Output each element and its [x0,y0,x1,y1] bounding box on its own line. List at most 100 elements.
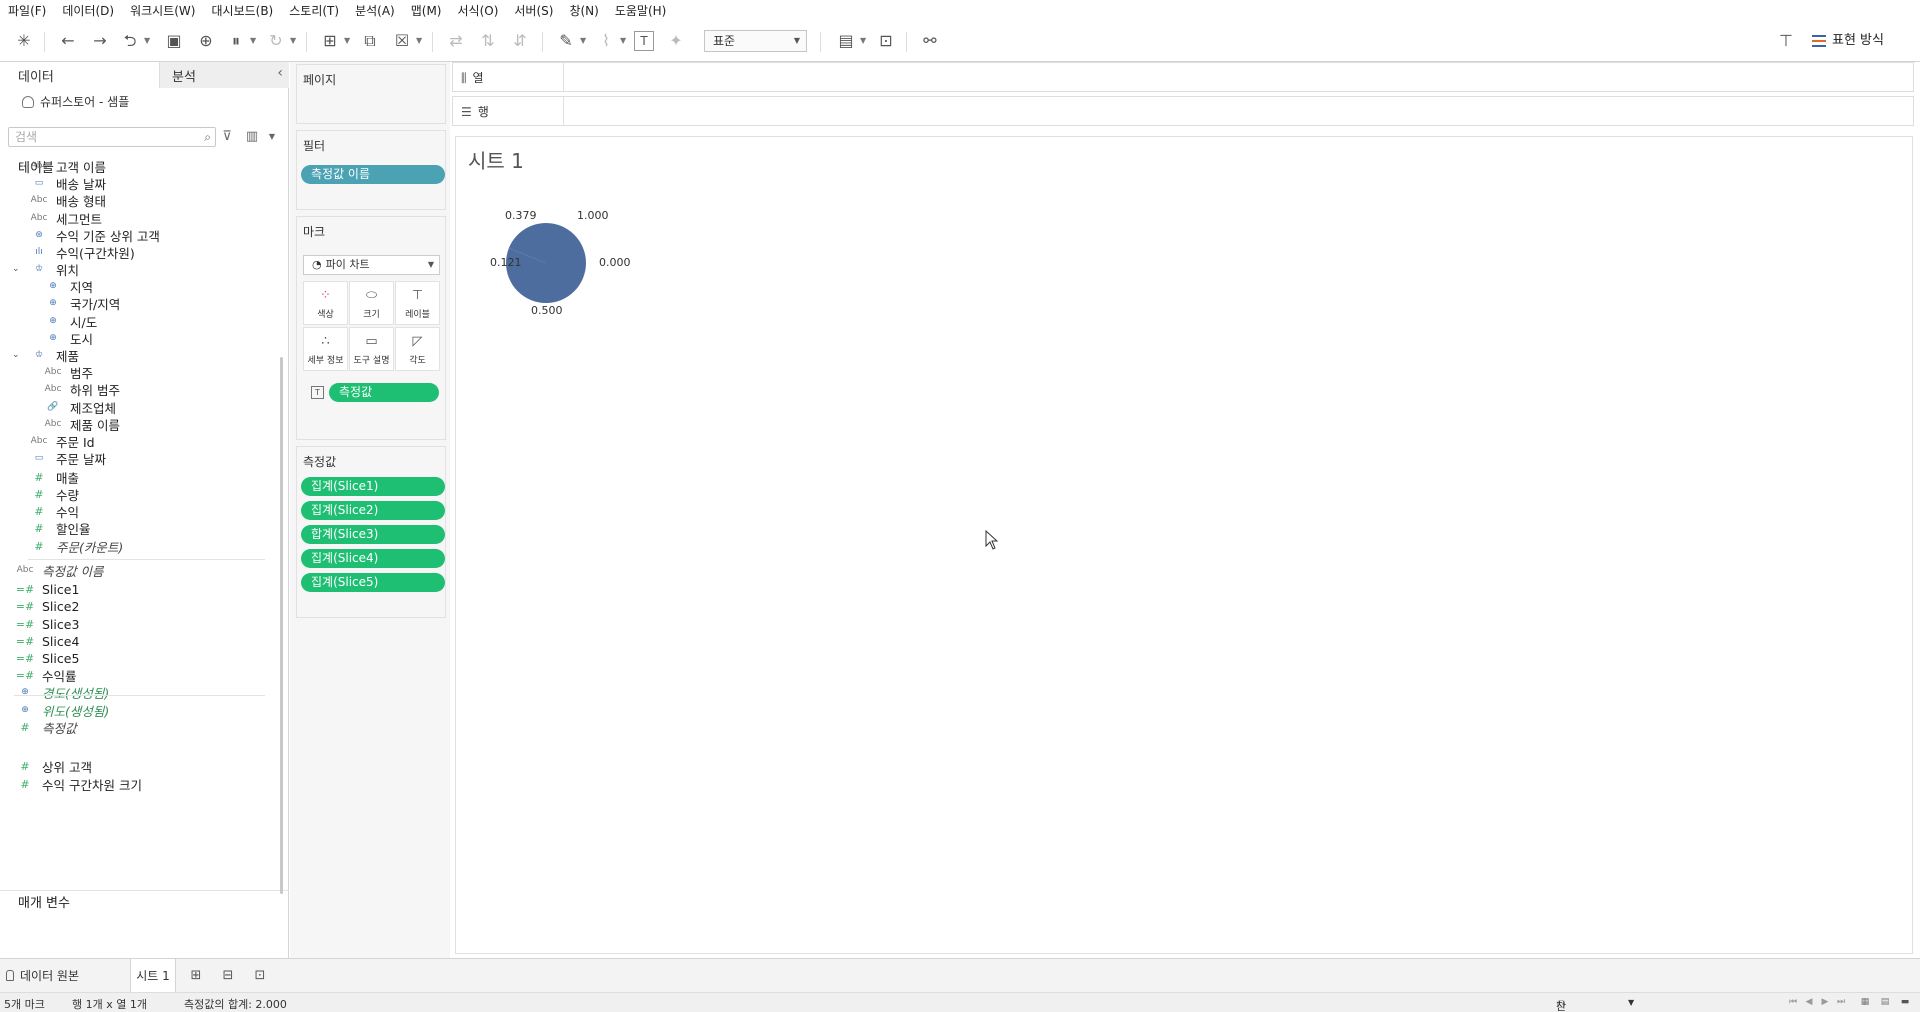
measure-pill-slice5[interactable]: 집계(Slice5) [301,573,445,592]
pane-scrollbar[interactable] [280,357,283,894]
filters-card[interactable]: 필터 측정값 이름 [296,130,446,210]
menu-item[interactable]: 대시보드(B) [209,2,281,19]
tooltip-icon[interactable]: ⊤ [1774,29,1798,53]
duplicate-sheet-icon[interactable]: ⧉ [358,29,382,53]
pin-axes-icon[interactable]: ✦ [664,29,688,53]
tab-analysis[interactable]: 분석 ‹ [160,62,289,88]
field-item[interactable]: =# Slice2 [14,596,80,616]
field-item[interactable]: ⊕ 경도(생성됨) [14,682,109,702]
view-options-dropdown-icon[interactable]: ▼ [264,127,280,147]
tableau-logo-icon[interactable]: ✳ [12,29,36,53]
measure-pill-slice2[interactable]: 집계(Slice2) [301,501,445,520]
field-item[interactable]: ▭ 주문 날짜 [28,448,106,468]
measure-pill-slice3[interactable]: 합계(Slice3) [301,525,445,544]
new-worksheet-icon[interactable]: ⊞ [186,966,206,986]
sort-ascending-icon[interactable]: ⇅ [476,29,500,53]
next-sheet-icon[interactable]: ▶ [1820,997,1830,1008]
save-icon[interactable]: ▣ [162,29,186,53]
sort-descending-icon[interactable]: ⇵ [508,29,532,53]
new-worksheet-icon[interactable]: ⊞ [318,29,342,53]
replay-dropdown-icon[interactable]: ▼ [144,29,152,53]
new-story-icon[interactable]: ⊡ [250,966,270,986]
field-item[interactable]: # 할인율 [28,518,90,538]
new-worksheet-dropdown-icon[interactable]: ▼ [344,29,352,53]
undo-icon[interactable]: ← [56,29,80,53]
group-dropdown-icon[interactable]: ▼ [620,29,628,53]
group-icon[interactable]: ⌇ [594,29,618,53]
show-cards-dropdown-icon[interactable]: ▼ [860,29,868,53]
rows-shelf[interactable]: ☰ 행 [452,96,1914,126]
parameter-item[interactable]: # 수익 구간차원 크기 [14,774,142,794]
size-button[interactable]: ⬭ 크기 [349,281,394,325]
field-item[interactable]: ⊕ 국가/지역 [42,293,120,313]
expand-chevron-icon[interactable]: ⌄ [12,264,20,274]
filter-pill-measure-names[interactable]: 측정값 이름 [301,165,445,184]
pages-card[interactable]: 페이지 [296,64,446,124]
measure-pill-slice1[interactable]: 집계(Slice1) [301,477,445,496]
menu-item[interactable]: 파일(F) [6,2,54,19]
first-sheet-icon[interactable]: ⏮ [1788,997,1798,1008]
field-item[interactable]: Abc 측정값 이름 [14,560,104,580]
collapse-pane-icon[interactable]: ‹ [277,65,283,81]
label-button[interactable]: ⊤ 레이블 [395,281,440,325]
field-item[interactable]: Abc 하위 범주 [42,379,120,399]
last-sheet-icon[interactable]: ⏭ [1836,997,1846,1008]
measure-pill-slice4[interactable]: 집계(Slice4) [301,549,445,568]
mark-type-select[interactable]: ◔ 파이 차트 ▼ [303,255,440,275]
menu-item[interactable]: 서식(O) [456,2,507,19]
highlight-icon[interactable]: ✎ [554,29,578,53]
datasource-tab[interactable]: 데이터 원본 [6,967,79,984]
datasource-item[interactable]: 슈퍼스토어 - 샘플 [22,93,129,110]
pie-slice[interactable] [506,263,546,303]
menu-item[interactable]: 워크시트(W) [128,2,203,19]
fit-select[interactable]: 표준 ▼ [704,30,807,52]
menu-item[interactable]: 맵(M) [409,2,450,19]
swap-icon[interactable]: ⇄ [444,29,468,53]
sheet-tab[interactable]: 시트 1 [130,959,176,993]
field-item[interactable]: # 주문(카운트) [28,536,123,556]
detail-button[interactable]: ∴ 세부 정보 [303,327,348,371]
new-dashboard-icon[interactable]: ⊟ [218,966,238,986]
highlight-dropdown-icon[interactable]: ▼ [580,29,588,53]
refresh-dropdown-icon[interactable]: ▼ [290,29,298,53]
show-labels-icon[interactable]: T [634,31,654,51]
field-type-icon: ♔ [34,350,44,360]
clear-sheet-icon[interactable]: ☒ [390,29,414,53]
color-button[interactable]: ⁘ 색상 [303,281,348,325]
menu-item[interactable]: 서버(S) [512,2,561,19]
redo-icon[interactable]: → [88,29,112,53]
sheet-view[interactable]: 시트 1 1.000 0.000 0.500 0.121 0.379 [455,136,1913,954]
clear-dropdown-icon[interactable]: ▼ [416,29,424,53]
new-datasource-icon[interactable]: ⊕ [194,29,218,53]
replay-icon[interactable]: ⮌ [118,29,142,53]
menu-item[interactable]: 데이터(D) [60,2,122,19]
columns-shelf[interactable]: ⫼ 열 [452,62,1914,92]
angle-button[interactable]: ◸ 각도 [395,327,440,371]
show-me-button[interactable]: 표현 방식 [1812,29,1884,53]
menu-item[interactable]: 스토리(T) [287,2,347,19]
prev-sheet-icon[interactable]: ◀ [1804,997,1814,1008]
pause-updates-icon[interactable]: ⏸ [224,29,248,53]
label-pill-measure-values[interactable]: 측정값 [329,383,439,402]
field-item[interactable]: Abc 배송 형태 [28,190,106,210]
filter-fields-icon[interactable]: ⊽ [219,127,235,147]
menu-item[interactable]: 분석(A) [353,2,403,19]
parameter-item[interactable]: # 상위 고객 [14,756,92,776]
tab-data[interactable]: 데이터 [0,62,160,88]
presentation-icon[interactable]: ⊡ [874,29,898,53]
share-icon[interactable]: ⚯ [918,29,942,53]
menu-item[interactable]: 도움말(H) [613,2,675,19]
grid-view-icon[interactable]: ▦ [1860,997,1870,1008]
filmstrip-view-icon[interactable]: ▤ [1880,997,1890,1008]
search-input[interactable]: 검색 ⌕ [8,127,216,147]
tooltip-button[interactable]: ▭ 도구 설명 [349,327,394,371]
view-options-icon[interactable]: ▥ [244,127,260,147]
expand-chevron-icon[interactable]: ⌄ [12,350,20,360]
field-item[interactable]: # 측정값 [14,717,76,737]
pause-dropdown-icon[interactable]: ▼ [250,29,258,53]
refresh-icon[interactable]: ↻ [264,29,288,53]
tab-view-icon[interactable]: ▬ [1900,997,1910,1008]
pie-slice[interactable] [546,223,586,303]
show-cards-icon[interactable]: ▤ [834,29,858,53]
menu-item[interactable]: 창(N) [567,2,606,19]
